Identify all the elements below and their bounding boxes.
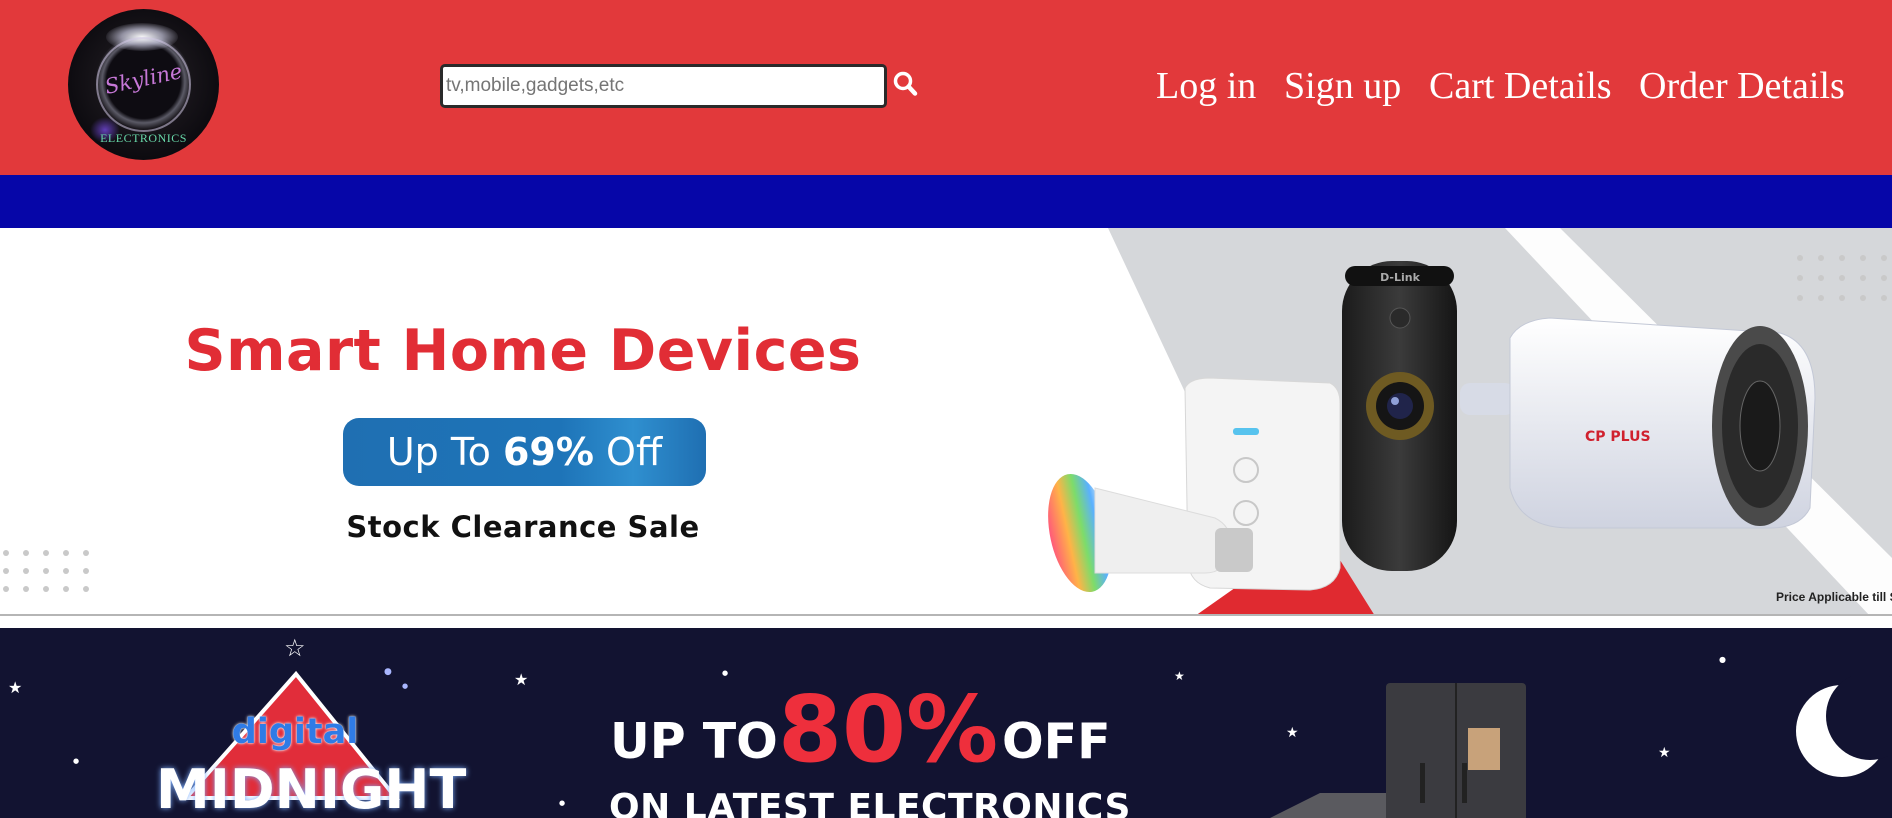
star-icon: ● — [73, 757, 80, 765]
skyline-logo[interactable]: Skyline ELECTRONICS — [68, 9, 219, 160]
price-fine-print: Price Applicable till S — [1776, 590, 1892, 604]
banner-subtitle: Stock Clearance Sale — [346, 510, 700, 544]
promo-upto-text: UP TO — [610, 713, 778, 770]
search-icon — [893, 71, 918, 96]
smart-devices-illustration: D-Link CP PLUS — [1048, 261, 1816, 593]
nav-login-link[interactable]: Log in — [1156, 62, 1256, 110]
star-icon: ★ — [8, 678, 23, 697]
site-header: Skyline ELECTRONICS Log in Sign up Cart … — [0, 0, 1892, 175]
camera-brand-text: CP PLUS — [1585, 429, 1651, 445]
digital-midnight-banner[interactable]: digital MIDNIGHT UP TO 80% OFF ON LATEST… — [0, 628, 1892, 818]
badge-digital-text: digital — [231, 712, 359, 752]
banner-title: Smart Home Devices — [184, 318, 862, 384]
star-icon: ● — [1719, 655, 1726, 664]
category-strip — [0, 175, 1892, 228]
star-icon: ★ — [514, 670, 529, 689]
star-icon: ★ — [1658, 745, 1671, 761]
nav-signup-link[interactable]: Sign up — [1284, 62, 1401, 110]
pill-prefix: Up To — [386, 430, 491, 474]
promo-tagline-text: ON LATEST ELECTRONICS — [609, 787, 1131, 818]
pill-percent: 69% — [502, 430, 594, 474]
star-icon: ● — [384, 667, 392, 677]
badge-midnight-text: MIDNIGHT — [156, 758, 467, 818]
star-icon: ● — [722, 669, 729, 677]
moon-icon — [1796, 676, 1890, 777]
star-icon: ★ — [1174, 669, 1185, 683]
search-input[interactable] — [440, 64, 887, 108]
nav-order-details-link[interactable]: Order Details — [1639, 62, 1845, 110]
refrigerator-illustration — [1270, 683, 1526, 818]
promo-percent-text: 80% — [778, 676, 999, 783]
promo-off-text: OFF — [1002, 713, 1111, 770]
star-icon: ● — [402, 682, 409, 690]
star-icon: ● — [559, 799, 566, 807]
smart-home-banner[interactable]: Smart Home Devices Up To 69% Off Stock C… — [0, 228, 1892, 616]
cam-brand-text: D-Link — [1380, 271, 1421, 284]
star-outline-icon: ☆ — [284, 634, 306, 662]
logo-sub-text: ELECTRONICS — [100, 131, 187, 145]
nav-cart-details-link[interactable]: Cart Details — [1429, 62, 1612, 110]
pill-suffix: Off — [606, 430, 663, 474]
discount-pill: Up To 69% Off — [343, 418, 706, 486]
search-button[interactable] — [892, 70, 920, 100]
